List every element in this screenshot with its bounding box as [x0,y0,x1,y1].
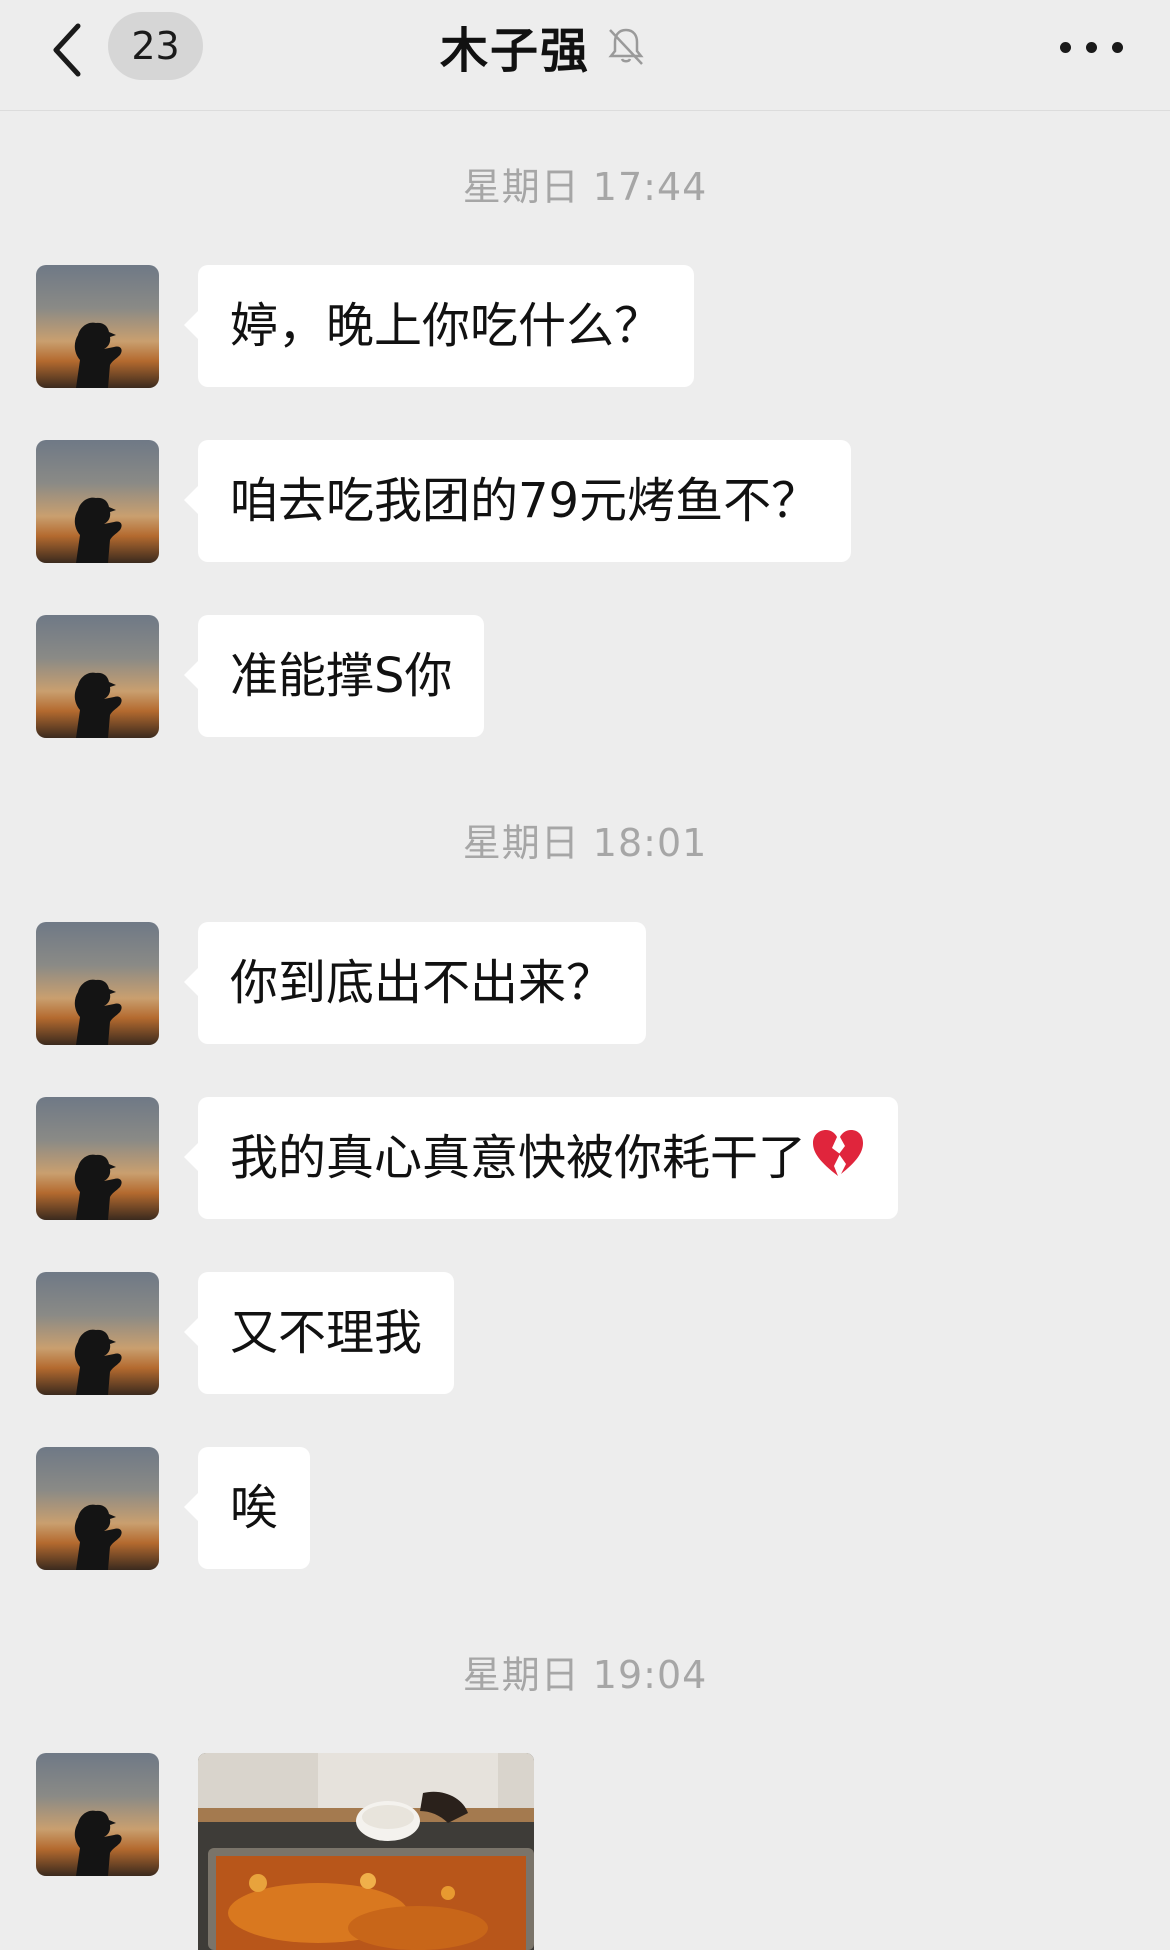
image-message[interactable] [198,1753,534,1950]
message-bubble[interactable]: 唉 [183,1447,311,1569]
message-text: 我的真心真意快被你耗干了 [230,1130,807,1186]
avatar[interactable] [36,1097,159,1220]
message-text: 咱去吃我团的79元烤鱼不？ [230,473,820,529]
message-text: 你到底出不出来？ [230,955,615,1011]
avatar[interactable] [36,1272,159,1395]
avatar[interactable] [36,440,159,563]
message-text: 婷，晚上你吃什么？ [230,298,663,354]
timestamp: 星期日 18:01 [462,821,708,865]
photo-grilled-fish [198,1753,534,1950]
timestamp: 星期日 19:04 [462,1653,708,1697]
message-bubble[interactable]: 我的真心真意快被你耗干了 [183,1097,899,1219]
ellipsis-icon-dot [1086,42,1097,53]
ellipsis-icon [1060,42,1071,53]
avatar[interactable] [36,615,159,738]
timestamp: 星期日 17:44 [462,165,708,209]
chat-header: 23 木子强 [0,0,1170,111]
bell-slash-icon [608,28,644,65]
avatar[interactable] [36,922,159,1045]
chat-screen: 23 木子强 星期日 17:44 婷，晚上你吃什么？ 咱去吃我团的79元烤鱼不？ [0,0,1170,1950]
message-bubble[interactable]: 你到底出不出来？ [183,922,647,1044]
message-bubble[interactable]: 又不理我 [183,1272,455,1394]
chat-title: 木子强 [440,23,591,79]
message-text: 唉 [230,1480,279,1536]
more-options-button[interactable] [1055,20,1130,70]
message-text: 又不理我 [230,1305,423,1361]
chat-title-group[interactable]: 木子强 [440,14,648,79]
ellipsis-icon-dot [1112,42,1123,53]
message-bubble[interactable]: 婷，晚上你吃什么？ [183,265,695,387]
unread-count-badge[interactable]: 23 [108,12,203,80]
message-bubble[interactable]: 准能撑S你 [183,615,485,737]
avatar[interactable] [36,1447,159,1570]
broken-heart-icon [813,1130,864,1176]
avatar[interactable] [36,265,159,388]
message-text: 准能撑S你 [230,648,453,704]
chevron-left-icon [53,23,81,77]
message-bubble[interactable]: 咱去吃我团的79元烤鱼不？ [183,440,852,562]
avatar[interactable] [36,1753,159,1876]
